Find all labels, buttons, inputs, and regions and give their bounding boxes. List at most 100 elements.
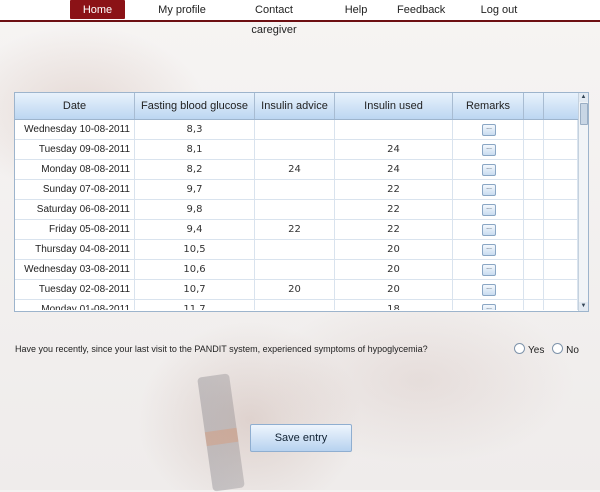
radio-no[interactable]: No [552,343,579,356]
cell-glucose: 10,5 [135,240,255,259]
cell-remarks: ... [453,240,524,259]
cell-insulin-used [335,120,453,139]
table-row[interactable]: Thursday 04-08-2011 10,5 20... [15,240,578,260]
remarks-button[interactable]: ... [482,124,496,136]
cell-insulin-used: 24 [335,140,453,159]
table-row[interactable]: Monday 08-08-2011 8,2 24 24... [15,160,578,180]
table-row[interactable]: Sunday 07-08-2011 9,7 22... [15,180,578,200]
nav-feedback[interactable]: Feedback [397,0,445,20]
cell-date: Monday 01-08-2011 [15,300,135,310]
nav-contact-caregiver[interactable]: Contact caregiver [232,0,316,36]
cell-extra [524,300,544,310]
cell-date: Sunday 07-08-2011 [15,180,135,199]
cell-insulin-advice: 22 [255,220,335,239]
column-header-extra [544,93,578,119]
radio-yes[interactable]: Yes [514,343,544,356]
cell-extra [544,180,578,199]
scroll-down-arrow-icon[interactable]: ▼ [579,302,588,311]
scroll-up-arrow-icon[interactable]: ▲ [579,93,588,102]
radio-circle-icon[interactable] [514,343,525,354]
cell-extra [544,260,578,279]
save-entry-button[interactable]: Save entry [250,424,352,452]
table-row[interactable]: Monday 01-08-2011 11,7 18... [15,300,578,310]
table-row[interactable]: Wednesday 10-08-2011 8,3... [15,120,578,140]
glucose-log-grid: Date Fasting blood glucose Insulin advic… [14,92,589,312]
cell-extra [544,120,578,139]
cell-insulin-advice [255,240,335,259]
cell-date: Tuesday 09-08-2011 [15,140,135,159]
cell-extra [524,280,544,299]
table-row[interactable]: Wednesday 03-08-2011 10,6 20... [15,260,578,280]
column-header-insulin-used[interactable]: Insulin used [335,93,453,119]
cell-insulin-used: 24 [335,160,453,179]
radio-yes-label: Yes [528,345,545,356]
cell-remarks: ... [453,280,524,299]
cell-date: Thursday 04-08-2011 [15,240,135,259]
cell-insulin-advice [255,260,335,279]
nav-log-out[interactable]: Log out [480,0,518,20]
cell-date: Friday 05-08-2011 [15,220,135,239]
cell-glucose: 9,4 [135,220,255,239]
cell-insulin-advice: 24 [255,160,335,179]
hypoglycemia-radio-group: Yes No [514,343,584,356]
column-header-date[interactable]: Date [15,93,135,119]
remarks-button[interactable]: ... [482,164,496,176]
radio-circle-icon[interactable] [552,343,564,354]
nav-help[interactable]: Help [344,0,368,20]
table-row[interactable]: Tuesday 02-08-2011 10,7 20 20... [15,280,578,300]
cell-insulin-used: 20 [335,260,453,279]
nav-home[interactable]: Home [70,0,125,19]
table-row[interactable]: Tuesday 09-08-2011 8,1 24... [15,140,578,160]
radio-no-label: No [566,345,579,356]
remarks-button[interactable]: ... [482,204,496,216]
remarks-button[interactable]: ... [482,264,496,276]
cell-extra [524,240,544,259]
cell-remarks: ... [453,300,524,310]
scroll-thumb[interactable] [580,103,588,125]
cell-glucose: 8,3 [135,120,255,139]
cell-date: Tuesday 02-08-2011 [15,280,135,299]
cell-glucose: 10,6 [135,260,255,279]
cell-extra [544,240,578,259]
cell-remarks: ... [453,180,524,199]
remarks-button[interactable]: ... [482,144,496,156]
cell-extra [524,140,544,159]
cell-insulin-advice: 20 [255,280,335,299]
cell-extra [544,280,578,299]
cell-insulin-advice [255,200,335,219]
cell-extra [544,200,578,219]
remarks-button[interactable]: ... [482,304,496,310]
cell-extra [524,200,544,219]
cell-glucose: 9,8 [135,200,255,219]
remarks-button[interactable]: ... [482,184,496,196]
cell-insulin-used: 20 [335,240,453,259]
column-header-insulin-advice[interactable]: Insulin advice [255,93,335,119]
cell-glucose: 8,2 [135,160,255,179]
remarks-button[interactable]: ... [482,284,496,296]
table-row[interactable]: Friday 05-08-2011 9,4 22 22... [15,220,578,240]
column-header-extra [524,93,544,119]
remarks-button[interactable]: ... [482,244,496,256]
table-row[interactable]: Saturday 06-08-2011 9,8 22... [15,200,578,220]
cell-extra [544,140,578,159]
cell-date: Monday 08-08-2011 [15,160,135,179]
column-header-remarks[interactable]: Remarks [453,93,524,119]
cell-extra [524,260,544,279]
cell-insulin-advice [255,300,335,310]
remarks-button[interactable]: ... [482,224,496,236]
cell-glucose: 9,7 [135,180,255,199]
cell-glucose: 10,7 [135,280,255,299]
cell-insulin-used: 22 [335,220,453,239]
cell-date: Saturday 06-08-2011 [15,200,135,219]
nav-my-profile[interactable]: My profile [158,0,206,20]
grid-scrollbar[interactable]: ▲ ▼ [578,93,588,311]
cell-insulin-used: 18 [335,300,453,310]
cell-insulin-used: 22 [335,180,453,199]
cell-extra [544,220,578,239]
cell-remarks: ... [453,220,524,239]
column-header-glucose[interactable]: Fasting blood glucose [135,93,255,119]
cell-glucose: 8,1 [135,140,255,159]
hypoglycemia-question: Have you recently, since your last visit… [15,344,428,354]
grid-body: Wednesday 10-08-2011 8,3... Tuesday 09-08-… [15,120,578,310]
cell-insulin-advice [255,180,335,199]
